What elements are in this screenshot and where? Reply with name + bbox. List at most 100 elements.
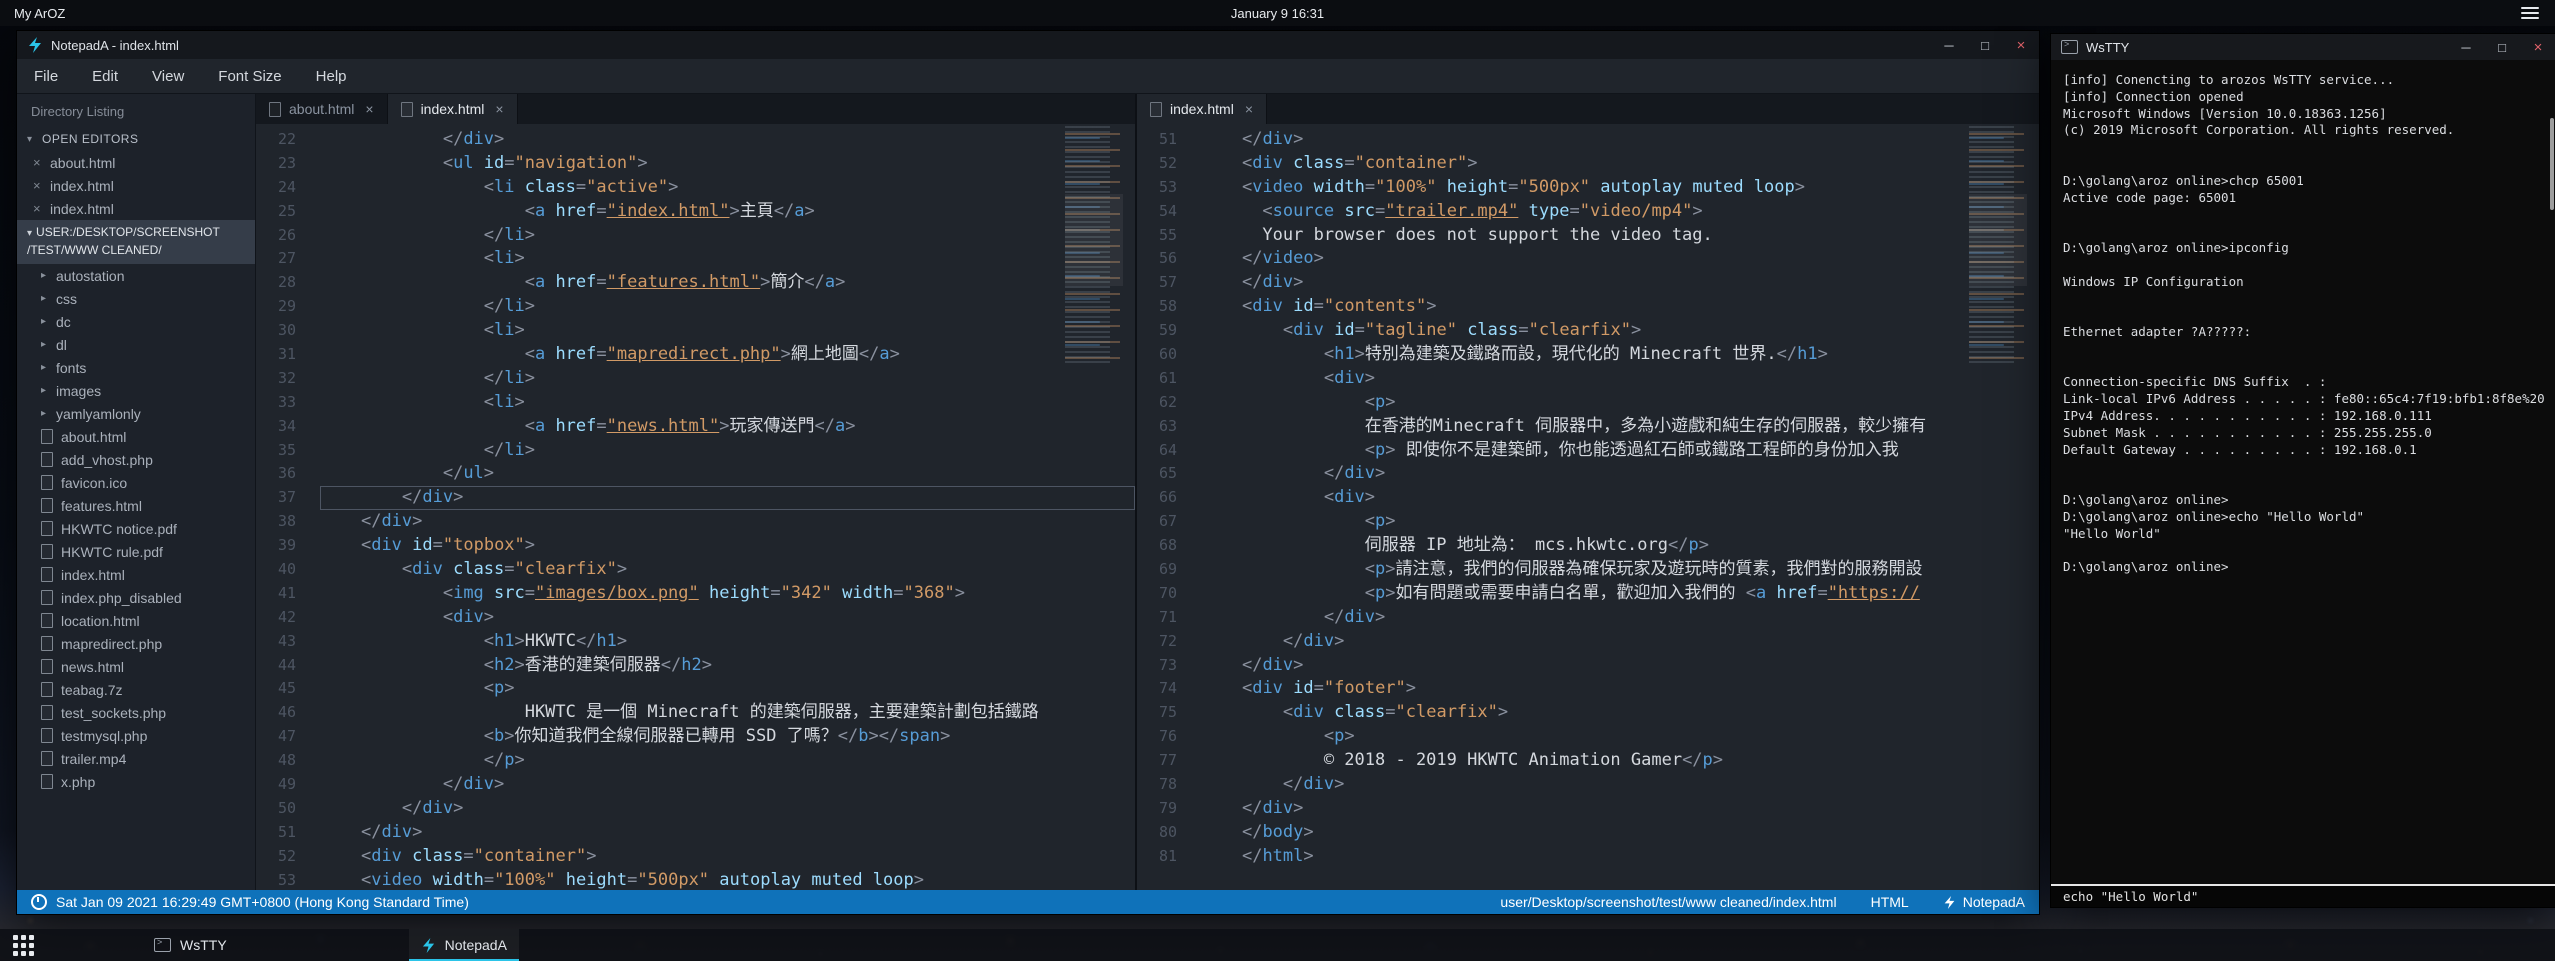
code-line[interactable]: 38 </div> [256, 510, 1135, 534]
code-line[interactable]: 30 <li> [256, 319, 1135, 343]
tree-file[interactable]: teabag.7z [17, 678, 255, 701]
editor-tab[interactable]: about.html× [256, 94, 388, 124]
code-line[interactable]: 60 <h1>特別為建築及鐵路而設，現代化的 Minecraft 世界.</h1… [1137, 343, 2039, 367]
minimize-button[interactable]: ─ [1931, 31, 1967, 59]
code-line[interactable]: 73 </div> [1137, 654, 2039, 678]
tree-file[interactable]: location.html [17, 609, 255, 632]
code-line[interactable]: 66 <div> [1137, 486, 2039, 510]
wstty-titlebar[interactable]: WsTTY ─ □ × [2051, 34, 2555, 60]
tree-file[interactable]: mapredirect.php [17, 632, 255, 655]
menu-item-view[interactable]: View [135, 68, 201, 85]
open-editor-item[interactable]: ×index.html [17, 197, 255, 220]
code-line[interactable]: 34 <a href="news.html">玩家傳送門</a> [256, 415, 1135, 439]
tree-file[interactable]: HKWTC notice.pdf [17, 517, 255, 540]
close-file-icon[interactable]: × [33, 201, 50, 216]
code-line[interactable]: 32 </li> [256, 367, 1135, 391]
code-line[interactable]: 48 </p> [256, 749, 1135, 773]
code-line[interactable]: 40 <div class="clearfix"> [256, 558, 1135, 582]
code-line[interactable]: 71 </div> [1137, 606, 2039, 630]
code-line[interactable]: 25 <a href="index.html">主頁</a> [256, 200, 1135, 224]
code-line[interactable]: 39 <div id="topbox"> [256, 534, 1135, 558]
code-line[interactable]: 65 </div> [1137, 462, 2039, 486]
code-line[interactable]: 41 <img src="images/box.png" height="342… [256, 582, 1135, 606]
code-line[interactable]: 22 </div> [256, 128, 1135, 152]
tree-folder[interactable]: ▸images [17, 379, 255, 402]
tree-folder[interactable]: ▸yamlyamlonly [17, 402, 255, 425]
editor-tab[interactable]: index.html× [388, 94, 518, 124]
menu-item-edit[interactable]: Edit [75, 68, 135, 85]
tree-folder[interactable]: ▸autostation [17, 264, 255, 287]
code-line[interactable]: 51 </div> [256, 821, 1135, 845]
code-line[interactable]: 54 <source src="trailer.mp4" type="video… [1137, 200, 2039, 224]
app-launcher-button[interactable] [0, 929, 46, 961]
code-line[interactable]: 79 </div> [1137, 797, 2039, 821]
code-line[interactable]: 47 <b>你知道我們全線伺服器已轉用 SSD 了嗎？</b></span> [256, 725, 1135, 749]
code-line[interactable]: 44 <h2>香港的建築伺服器</h2> [256, 654, 1135, 678]
tree-file[interactable]: index.html [17, 563, 255, 586]
menu-item-file[interactable]: File [17, 68, 75, 85]
code-line[interactable]: 49 </div> [256, 773, 1135, 797]
code-line[interactable]: 75 <div class="clearfix"> [1137, 701, 2039, 725]
code-line[interactable]: 27 <li> [256, 247, 1135, 271]
minimap-viewport[interactable] [1065, 194, 1123, 286]
minimap-viewport[interactable] [1969, 194, 2027, 286]
open-editor-item[interactable]: ×about.html [17, 151, 255, 174]
close-file-icon[interactable]: × [33, 155, 50, 170]
tree-file[interactable]: test_sockets.php [17, 701, 255, 724]
maximize-button[interactable]: □ [2484, 34, 2520, 60]
terminal-output[interactable]: [info] Conencting to arozos WsTTY servic… [2051, 60, 2555, 884]
menu-item-help[interactable]: Help [299, 68, 364, 85]
code-line[interactable]: 64 <p> 即使你不是建築師，你也能透過紅石師或鐵路工程師的身份加入我 [1137, 439, 2039, 463]
code-line[interactable]: 62 <p> [1137, 391, 2039, 415]
tree-folder[interactable]: ▸dl [17, 333, 255, 356]
code-line[interactable]: 67 <p> [1137, 510, 2039, 534]
code-line[interactable]: 50 </div> [256, 797, 1135, 821]
code-line[interactable]: 61 <div> [1137, 367, 2039, 391]
tree-folder[interactable]: ▸dc [17, 310, 255, 333]
code-line[interactable]: 77 © 2018 - 2019 HKWTC Animation Gamer</… [1137, 749, 2039, 773]
tree-folder[interactable]: ▸fonts [17, 356, 255, 379]
code-line[interactable]: 72 </div> [1137, 630, 2039, 654]
tree-file[interactable]: favicon.ico [17, 471, 255, 494]
open-editors-header[interactable]: ▾ OPEN EDITORS [17, 127, 255, 151]
code-line[interactable]: 78 </div> [1137, 773, 2039, 797]
code-line[interactable]: 42 <div> [256, 606, 1135, 630]
code-line[interactable]: 46 HKWTC 是一個 Minecraft 的建築伺服器，主要建築計劃包括鐵路 [256, 701, 1135, 725]
tree-file[interactable]: x.php [17, 770, 255, 793]
code-line[interactable]: 28 <a href="features.html">簡介</a> [256, 271, 1135, 295]
menu-item-font-size[interactable]: Font Size [201, 68, 298, 85]
close-button[interactable]: × [2003, 31, 2039, 59]
code-line[interactable]: 55 Your browser does not support the vid… [1137, 224, 2039, 248]
tree-file[interactable]: HKWTC rule.pdf [17, 540, 255, 563]
taskbar-item-notepada[interactable]: NotepadA [409, 929, 519, 961]
code-line[interactable]: 63 在香港的Minecraft 伺服器中，多為小遊戲和純生存的伺服器，較少擁有 [1137, 415, 2039, 439]
code-line[interactable]: 51 </div> [1137, 128, 2039, 152]
tree-file[interactable]: index.php_disabled [17, 586, 255, 609]
open-editor-item[interactable]: ×index.html [17, 174, 255, 197]
code-line[interactable]: 37 </div> [256, 486, 1135, 510]
code-line[interactable]: 43 <h1>HKWTC</h1> [256, 630, 1135, 654]
code-line[interactable]: 56 </video> [1137, 247, 2039, 271]
close-button[interactable]: × [2520, 34, 2555, 60]
code-line[interactable]: 74 <div id="footer"> [1137, 677, 2039, 701]
code-line[interactable]: 70 <p>如有問題或需要申請白名單，歡迎加入我們的 <a href="http… [1137, 582, 2039, 606]
minimize-button[interactable]: ─ [2448, 34, 2484, 60]
code-line[interactable]: 81 </html> [1137, 845, 2039, 869]
code-line[interactable]: 26 </li> [256, 224, 1135, 248]
status-language[interactable]: HTML [1871, 894, 1909, 910]
tree-file[interactable]: testmysql.php [17, 724, 255, 747]
tree-file[interactable]: features.html [17, 494, 255, 517]
code-line[interactable]: 53 <video width="100%" height="500px" au… [256, 869, 1135, 890]
close-tab-icon[interactable]: × [365, 101, 373, 117]
status-file-path[interactable]: user/Desktop/screenshot/test/www cleaned… [1500, 894, 1836, 910]
code-line[interactable]: 23 <ul id="navigation"> [256, 152, 1135, 176]
code-line[interactable]: 24 <li class="active"> [256, 176, 1135, 200]
code-line[interactable]: 59 <div id="tagline" class="clearfix"> [1137, 319, 2039, 343]
code-line[interactable]: 33 <li> [256, 391, 1135, 415]
code-line[interactable]: 53 <video width="100%" height="500px" au… [1137, 176, 2039, 200]
close-tab-icon[interactable]: × [495, 101, 503, 117]
code-line[interactable]: 76 <p> [1137, 725, 2039, 749]
code-line[interactable]: 80 </body> [1137, 821, 2039, 845]
code-line[interactable]: 52 <div class="container"> [1137, 152, 2039, 176]
editor-tab[interactable]: index.html× [1137, 94, 1267, 124]
